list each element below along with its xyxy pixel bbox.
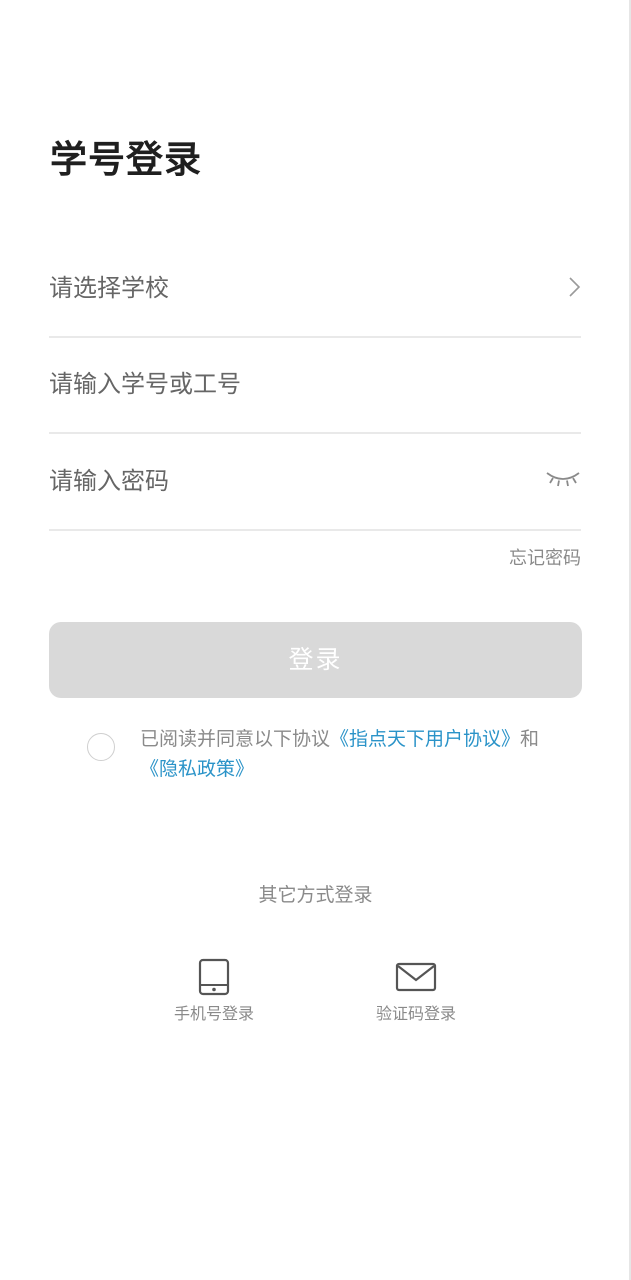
eye-closed-icon[interactable] [545, 467, 581, 491]
privacy-policy-link[interactable]: 《隐私政策》 [140, 758, 254, 780]
school-select[interactable]: 请选择学校 [49, 240, 581, 338]
password-input[interactable] [49, 433, 519, 529]
login-button[interactable]: 登录 [49, 622, 582, 698]
student-id-input[interactable] [49, 336, 519, 432]
agreement-text: 已阅读并同意以下协议《指点天下用户协议》和《隐私政策》 [140, 724, 560, 784]
agreement-prefix: 已阅读并同意以下协议 [140, 728, 331, 750]
forgot-password-link[interactable]: 忘记密码 [509, 544, 581, 570]
page-title: 学号登录 [50, 138, 202, 181]
mail-icon [395, 962, 437, 992]
agreement-checkbox[interactable] [87, 733, 115, 761]
phone-icon [198, 958, 230, 996]
password-field[interactable] [49, 433, 581, 531]
phone-login-button[interactable]: 手机号登录 [154, 956, 274, 1024]
chevron-right-icon[interactable] [567, 276, 581, 298]
student-id-field[interactable] [49, 336, 581, 434]
phone-login-label: 手机号登录 [173, 1004, 254, 1023]
user-agreement-link[interactable]: 《指点天下用户协议》 [330, 728, 520, 750]
code-login-label: 验证码登录 [375, 1004, 456, 1023]
code-login-button[interactable]: 验证码登录 [356, 956, 476, 1024]
other-login-title: 其它方式登录 [258, 884, 373, 906]
agreement-conjunction: 和 [520, 728, 540, 750]
school-select-label[interactable]: 请选择学校 [49, 240, 529, 336]
